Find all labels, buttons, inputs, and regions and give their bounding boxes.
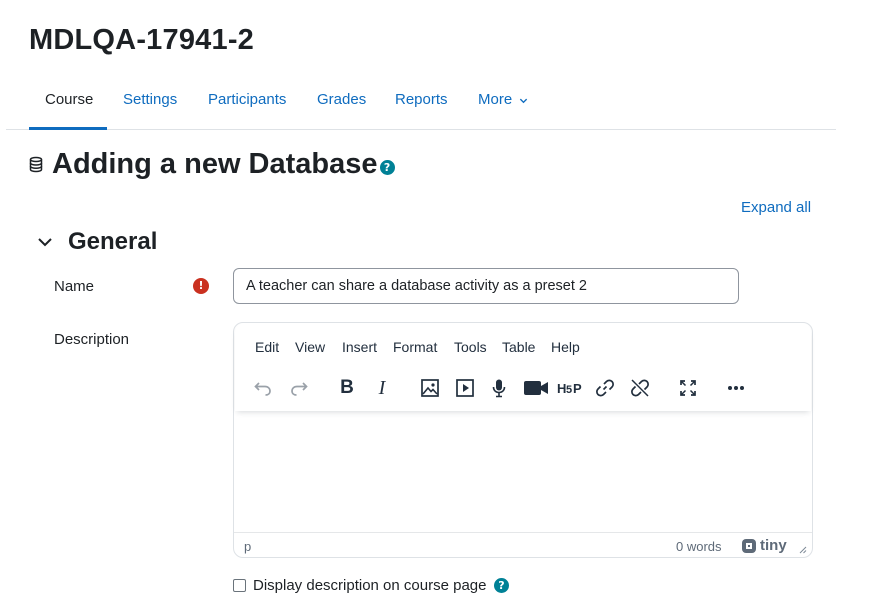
more-button[interactable]	[723, 375, 749, 401]
resize-handle-icon[interactable]	[798, 545, 807, 554]
chevron-down-icon[interactable]	[36, 233, 54, 251]
italic-button[interactable]: I	[369, 375, 395, 401]
word-count[interactable]: 0 words	[676, 539, 722, 554]
undo-icon	[254, 382, 271, 396]
description-label: Description	[54, 331, 130, 348]
name-label: Name	[54, 278, 95, 295]
record-audio-icon	[492, 379, 506, 398]
section-title: General	[68, 228, 158, 255]
section-general-header[interactable]: General	[36, 228, 157, 256]
menu-help[interactable]: Help	[551, 339, 580, 355]
media-button[interactable]	[452, 375, 478, 401]
nav-tab-course[interactable]: Course	[45, 74, 93, 130]
h5p-icon: H5P	[557, 381, 582, 396]
bold-button[interactable]: B	[334, 375, 360, 401]
nav-tab-reports[interactable]: Reports	[395, 74, 448, 130]
h5p-button[interactable]: H5P	[556, 375, 586, 401]
menu-edit[interactable]: Edit	[255, 339, 279, 355]
expand-all-link[interactable]: Expand all	[741, 199, 811, 216]
image-button[interactable]	[417, 375, 443, 401]
link-icon	[596, 379, 614, 397]
secondary-navigation: Course Settings Participants Grades Repo…	[6, 74, 836, 130]
description-editor[interactable]: Edit View Insert Format Tools Table Help…	[233, 322, 813, 558]
bold-icon: B	[340, 377, 354, 398]
display-description-checkbox[interactable]	[233, 579, 246, 592]
menu-tools[interactable]: Tools	[454, 339, 487, 355]
tiny-logo[interactable]: tiny	[741, 537, 787, 554]
nav-tab-more-label: More	[478, 91, 513, 108]
name-input[interactable]	[233, 268, 739, 304]
record-video-icon	[524, 381, 548, 395]
question-circle-icon[interactable]: ?	[379, 160, 395, 175]
question-circle-icon[interactable]: ?	[494, 578, 509, 593]
nav-tab-settings[interactable]: Settings	[123, 74, 177, 130]
menu-insert[interactable]: Insert	[342, 339, 377, 355]
chevron-down-icon	[520, 98, 528, 103]
course-title: MDLQA-17941-2	[29, 24, 254, 56]
nav-tab-more[interactable]: More	[478, 74, 528, 130]
svg-text:5: 5	[566, 384, 572, 396]
unlink-icon	[631, 379, 649, 397]
image-icon	[421, 379, 439, 397]
redo-button[interactable]	[286, 375, 312, 401]
media-icon	[456, 379, 474, 397]
page-title: Adding a new Database	[52, 148, 378, 180]
italic-icon: I	[378, 376, 386, 399]
database-icon	[29, 156, 43, 173]
display-description-label: Display description on course page	[253, 577, 487, 594]
record-video-button[interactable]	[521, 375, 551, 401]
exclamation-circle-icon: !	[193, 278, 209, 294]
menu-format[interactable]: Format	[393, 339, 437, 355]
svg-text:P: P	[573, 381, 582, 396]
fullscreen-button[interactable]	[675, 375, 701, 401]
editor-statusbar: p 0 words tiny	[234, 532, 812, 559]
undo-button[interactable]	[250, 375, 276, 401]
nav-tab-grades[interactable]: Grades	[317, 74, 366, 130]
fullscreen-icon	[680, 380, 696, 396]
tiny-brand-label: tiny	[760, 537, 787, 554]
element-path[interactable]: p	[244, 539, 251, 554]
svg-text:H: H	[557, 381, 566, 396]
page-heading: Adding a new Database ?	[28, 148, 395, 181]
menu-table[interactable]: Table	[502, 339, 535, 355]
menu-view[interactable]: View	[295, 339, 325, 355]
active-tab-indicator	[29, 127, 107, 130]
tiny-brand-icon	[742, 538, 756, 553]
link-button[interactable]	[592, 375, 618, 401]
nav-tab-participants[interactable]: Participants	[208, 74, 286, 130]
redo-icon	[291, 382, 308, 396]
unlink-button[interactable]	[627, 375, 653, 401]
more-icon	[728, 386, 744, 390]
record-audio-button[interactable]	[486, 375, 512, 401]
